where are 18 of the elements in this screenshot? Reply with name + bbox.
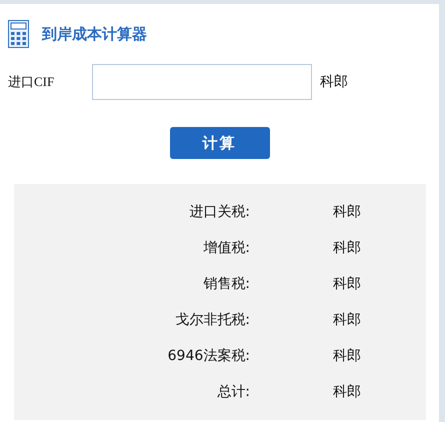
cif-input-field[interactable] [92,64,312,100]
result-value: 科郎 [333,311,361,329]
result-label: 增值税: [202,239,250,257]
currency-unit: 科郎 [320,73,348,91]
field-label: 进口CIF [7,73,56,91]
page-title: 到岸成本计算器 [42,24,147,44]
result-value: 科郎 [333,347,361,365]
calculate-button[interactable]: 计算 [170,127,270,159]
result-value: 科郎 [333,203,361,221]
result-label: 进口关税: [188,203,250,221]
result-value: 科郎 [333,383,361,401]
result-label: 戈尔非托税: [174,311,250,329]
result-label: 销售税: [202,275,250,293]
result-label: 6946法案税: [166,347,250,365]
result-label: 总计: [216,383,250,401]
calculator-icon [8,20,29,48]
result-value: 科郎 [333,239,361,257]
result-value: 科郎 [333,275,361,293]
